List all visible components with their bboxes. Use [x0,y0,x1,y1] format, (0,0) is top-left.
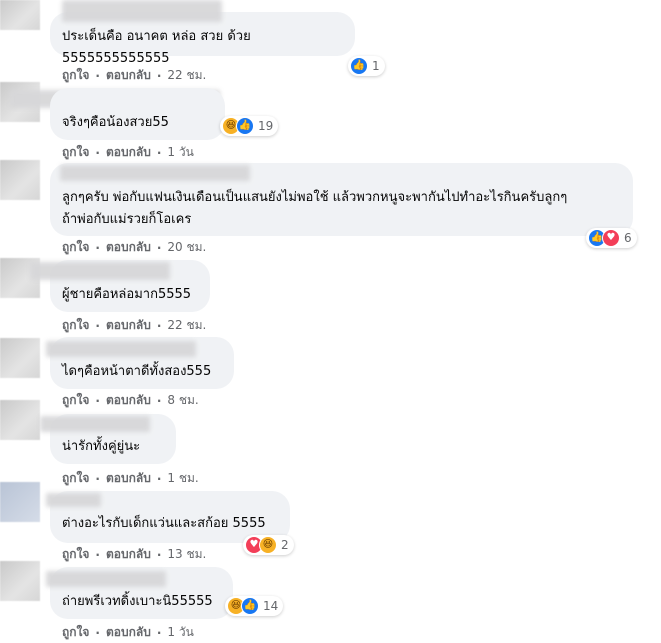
comment-actions: ถูกใจ · ตอบกลับ · 22 ชม. [62,316,206,335]
comment-actions: ถูกใจ · ตอบกลับ · 1 วัน [62,143,194,162]
comment-bubble: ประเด็นคือ อนาคต หล่อ สวย ด้วย 555555555… [50,0,355,66]
timestamp[interactable]: 1 วัน [167,143,193,162]
blurred-author-name[interactable] [40,416,150,432]
comment-bubble: จริงๆคือน้องสวย55 [50,88,225,140]
comment-actions: ถูกใจ · ตอบกลับ · 13 ชม. [62,545,206,564]
comment-actions: ถูกใจ · ตอบกลับ · 1 ชม. [62,469,199,488]
separator: · [95,547,100,562]
comment-text: จริงๆคือน้องสวย55 [62,115,169,130]
avatar[interactable] [0,482,40,522]
comment-bubble: ผู้ชายคือหล่อมาก5555 [30,260,210,312]
reply-link[interactable]: ตอบกลับ [106,143,151,162]
comment-actions: ถูกใจ · ตอบกลับ · 8 ชม. [62,391,199,410]
like-link[interactable]: ถูกใจ [62,623,89,642]
reaction-count: 14 [263,599,279,613]
blurred-author-name[interactable] [46,341,196,357]
like-link[interactable]: ถูกใจ [62,469,89,488]
separator: · [156,68,162,83]
separator: · [156,471,162,486]
separator: · [156,393,162,408]
like-link[interactable]: ถูกใจ [62,545,89,564]
reply-link[interactable]: ตอบกลับ [106,238,151,257]
like-reaction-icon: 👍 [236,117,254,135]
separator: · [95,625,100,640]
like-reaction-icon: 👍 [350,57,368,75]
love-reaction-icon: ♥ [602,229,620,247]
separator: · [95,471,100,486]
separator: · [156,547,162,562]
separator: · [95,240,100,255]
separator: · [156,318,162,333]
comment-bubble: ลูกๆครับ พ่อกับแฟนเงินเดือนเป็นแสนยังไม่… [50,163,633,236]
blurred-author-name[interactable] [30,262,170,280]
timestamp[interactable]: 22 ชม. [167,316,206,335]
avatar[interactable] [0,0,40,30]
separator: · [95,145,100,160]
reply-link[interactable]: ตอบกลับ [106,545,151,564]
like-link[interactable]: ถูกใจ [62,66,89,85]
blurred-author-name[interactable] [62,0,222,22]
reaction-count: 1 [372,59,380,73]
like-link[interactable]: ถูกใจ [62,391,89,410]
like-link[interactable]: ถูกใจ [62,238,89,257]
avatar[interactable] [0,400,40,440]
reaction-count: 19 [258,119,274,133]
blurred-author-name[interactable] [46,493,101,507]
blurred-author-name[interactable] [60,165,250,181]
reaction-count: 6 [624,231,632,245]
reply-link[interactable]: ตอบกลับ [106,316,151,335]
comment-actions: ถูกใจ · ตอบกลับ · 22 ชม. [62,66,206,85]
like-reaction-icon: 👍 [241,597,259,615]
reaction-summary[interactable]: 👍 ♥ 6 [586,228,637,248]
reaction-summary[interactable]: ♥ 😆 2 [243,535,294,555]
separator: · [156,625,162,640]
separator: · [95,393,100,408]
separator: · [95,318,100,333]
comment-text: ลูกๆครับ พ่อกับแฟนเงินเดือนเป็นแสนยังไม่… [62,190,568,227]
comment-bubble: ถ่ายพรีเวทดิ้งเบาะนิ55555 [46,567,233,619]
reply-link[interactable]: ตอบกลับ [106,66,151,85]
avatar[interactable] [0,160,40,200]
timestamp[interactable]: 1 วัน [167,623,193,642]
comment-bubble: ไดๆคือหน้าตาดีทั้งสอง555 [46,337,234,389]
timestamp[interactable]: 8 ชม. [167,391,198,410]
comment-actions: ถูกใจ · ตอบกลับ · 1 วัน [62,623,194,642]
reply-link[interactable]: ตอบกลับ [106,469,151,488]
reply-link[interactable]: ตอบกลับ [106,623,151,642]
separator: · [156,145,162,160]
timestamp[interactable]: 22 ชม. [167,66,206,85]
comment-actions: ถูกใจ · ตอบกลับ · 20 ชม. [62,238,206,257]
blurred-author-name[interactable] [46,571,166,587]
separator: · [156,240,162,255]
comment-bubble: น่ารักทั้งคู่ยู่นะ [40,414,176,464]
reply-link[interactable]: ตอบกลับ [106,391,151,410]
avatar[interactable] [0,561,40,601]
avatar[interactable] [0,338,40,378]
reaction-summary[interactable]: 😆 👍 14 [225,596,284,616]
timestamp[interactable]: 20 ชม. [167,238,206,257]
reaction-count: 2 [281,538,289,552]
like-link[interactable]: ถูกใจ [62,143,89,162]
haha-reaction-icon: 😆 [259,536,277,554]
timestamp[interactable]: 13 ชม. [167,545,206,564]
comment-text: ประเด็นคือ อนาคต หล่อ สวย ด้วย 555555555… [62,29,255,66]
like-link[interactable]: ถูกใจ [62,316,89,335]
reaction-summary[interactable]: 😆 👍 19 [220,116,279,136]
separator: · [95,68,100,83]
timestamp[interactable]: 1 ชม. [167,469,198,488]
reaction-summary[interactable]: 👍 1 [348,56,385,76]
